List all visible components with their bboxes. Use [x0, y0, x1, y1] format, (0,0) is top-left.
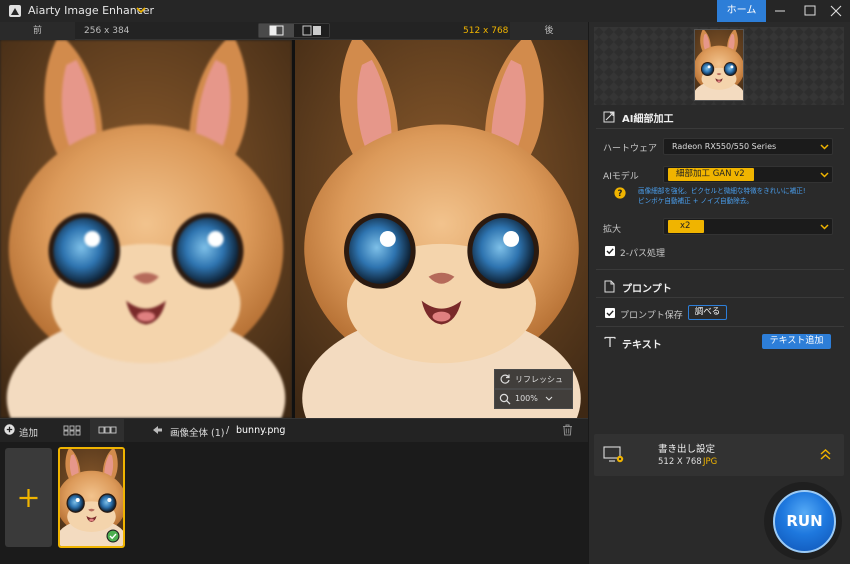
scale-select[interactable]: x2	[663, 218, 833, 235]
section-divider	[596, 269, 844, 270]
model-select[interactable]: 細部加工 GAN v2	[663, 166, 833, 183]
checkmark-icon	[606, 248, 614, 255]
breadcrumb-root[interactable]: 画像全体 (1)	[170, 425, 224, 439]
split-view-icon	[269, 25, 284, 36]
hardware-label: ハートウェア	[603, 144, 658, 154]
export-title: 書き出し設定	[658, 444, 716, 455]
breadcrumb-file: bunny.png	[236, 425, 286, 436]
section-divider	[596, 128, 844, 129]
export-format: JPG	[703, 457, 718, 467]
refresh-label: リフレッシュ	[515, 375, 563, 384]
side-by-side-button[interactable]	[294, 24, 329, 37]
zoom-control[interactable]: 100%	[494, 389, 573, 409]
hardware-chevron-down-icon	[820, 144, 829, 150]
refresh-icon	[500, 374, 510, 384]
grid-view-icon	[63, 425, 81, 436]
model-description-line1: 画像細部を強化。ピクセルと微細な特徴をきれいに補正!	[638, 187, 806, 195]
ai-detail-title: AI細部加工	[622, 114, 674, 125]
close-icon[interactable]	[822, 0, 850, 22]
maximize-icon[interactable]	[796, 0, 824, 22]
before-size: 256 x 384	[84, 26, 130, 36]
split-view-button[interactable]	[259, 24, 294, 37]
text-icon	[604, 336, 616, 347]
filmstrip-view-button[interactable]	[90, 419, 124, 442]
preview-image	[694, 29, 744, 101]
breadcrumb-separator: /	[226, 425, 230, 436]
prompt-title: プロンプト	[622, 284, 672, 295]
side-by-side-icon	[302, 25, 321, 36]
add-image-button[interactable]	[5, 448, 52, 547]
chevron-down-icon[interactable]	[136, 5, 146, 15]
add-text-button[interactable]: テキスト追加	[762, 334, 831, 349]
scale-label: 拡大	[603, 225, 622, 235]
scale-value: x2	[668, 220, 704, 233]
prompt-save-checkbox[interactable]	[605, 308, 615, 318]
model-value: 細部加工 GAN v2	[668, 168, 754, 181]
model-label: AIモデル	[603, 172, 639, 182]
hardware-select[interactable]: Radeon RX550/550 Series	[663, 138, 833, 155]
two-pass-label: 2-パス処理	[620, 249, 665, 259]
zoom-icon	[499, 393, 511, 405]
run-button[interactable]: RUN	[773, 490, 836, 553]
trash-icon[interactable]	[562, 424, 573, 436]
plus-icon	[19, 489, 38, 507]
grid-view-button[interactable]	[56, 419, 88, 442]
model-description-line2: ピンボケ自動補正 + ノイズ自動除去。	[638, 197, 754, 205]
filmstrip-view-icon	[98, 426, 117, 434]
help-icon[interactable]: ?	[614, 187, 626, 199]
export-size: 512 X 768	[658, 457, 702, 467]
minimize-icon[interactable]	[766, 0, 794, 22]
before-label: 前	[0, 22, 75, 40]
prompt-save-label: プロンプト保存	[620, 311, 683, 321]
after-image[interactable]	[295, 40, 588, 418]
zoom-value: 100%	[515, 394, 538, 403]
bottom-toolbar	[0, 418, 588, 442]
after-size: 512 x 768	[463, 26, 509, 36]
app-logo-icon	[9, 5, 21, 17]
two-pass-checkbox[interactable]	[605, 246, 615, 256]
add-icon[interactable]	[4, 424, 15, 435]
scale-chevron-down-icon	[820, 224, 829, 230]
check-badge-icon	[106, 529, 120, 543]
export-settings-panel[interactable]	[594, 434, 844, 476]
hardware-value: Radeon RX550/550 Series	[672, 142, 777, 151]
refresh-button[interactable]: リフレッシュ	[494, 369, 573, 389]
enhance-icon	[603, 111, 615, 123]
section-divider	[596, 326, 844, 327]
add-button[interactable]: 追加	[19, 425, 38, 439]
checkmark-icon	[606, 310, 614, 317]
before-image[interactable]	[0, 40, 292, 418]
expand-up-icon[interactable]	[819, 448, 832, 461]
document-icon	[604, 280, 615, 293]
export-settings-icon	[603, 446, 624, 463]
after-label: 後	[510, 22, 588, 40]
text-title: テキスト	[622, 340, 662, 351]
back-arrow-icon[interactable]	[152, 425, 163, 435]
svg-text:?: ?	[618, 189, 623, 199]
zoom-chevron-down-icon[interactable]	[545, 396, 553, 402]
model-chevron-down-icon	[820, 172, 829, 178]
lookup-button[interactable]: 調べる	[688, 305, 727, 320]
home-button[interactable]: ホーム	[717, 0, 766, 22]
section-divider	[596, 297, 844, 298]
